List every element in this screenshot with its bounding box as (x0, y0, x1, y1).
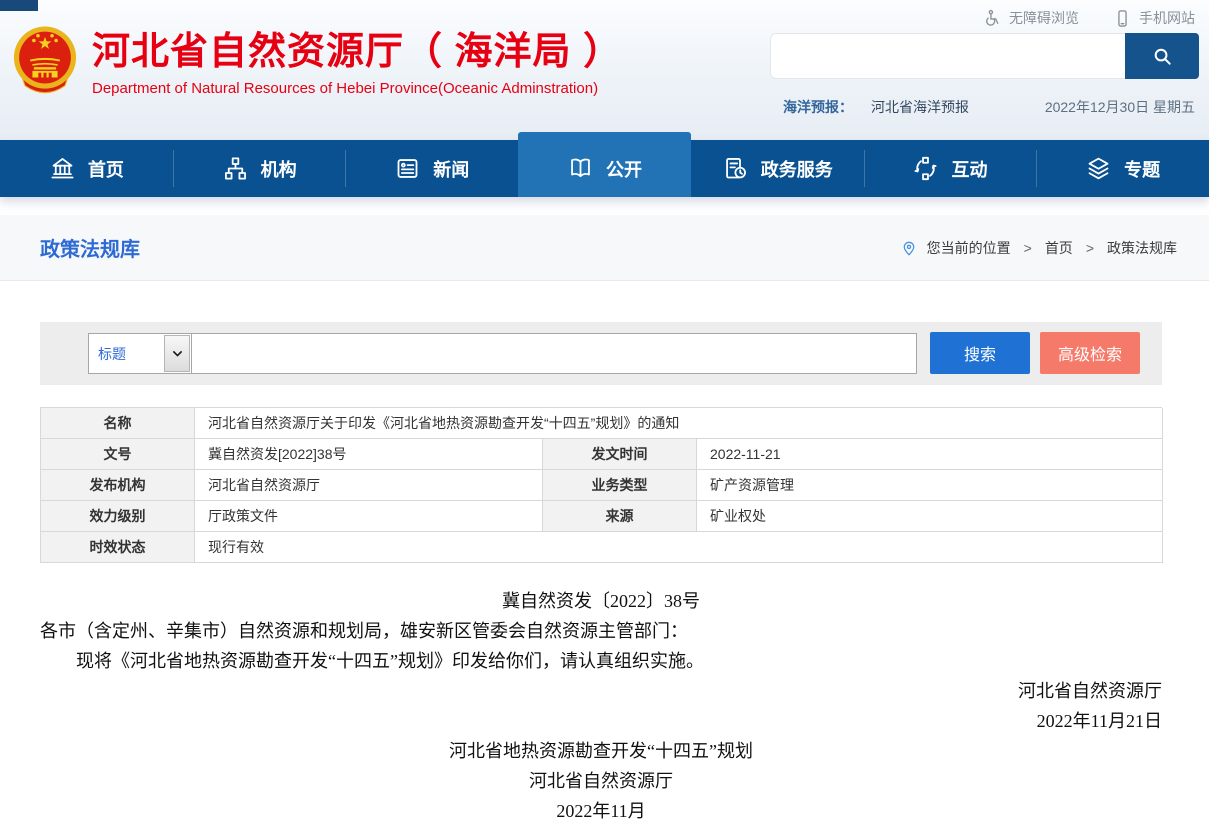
chevron-down-icon (164, 335, 190, 372)
table-label: 发布机构 (41, 470, 195, 501)
service-icon (722, 155, 749, 182)
brand-home-link[interactable]: 河北省自然资源厅（ 海洋局 ） Department of Natural Re… (8, 22, 622, 102)
table-value-title: 河北省自然资源厅关于印发《河北省地热资源勘查开发“十四五”规划》的通知 (195, 408, 1163, 439)
breadcrumb-bar: 政策法规库 您当前的位置 > 首页 > 政策法规库 (0, 215, 1209, 281)
table-label: 来源 (543, 501, 697, 532)
nav-label: 公开 (606, 156, 642, 182)
mobile-site-link[interactable]: 手机网站 (1113, 8, 1195, 28)
header-search-button[interactable] (1125, 33, 1199, 79)
search-icon (1151, 45, 1174, 68)
advanced-search-button[interactable]: 高级检索 (1040, 332, 1140, 374)
table-value: 矿业权处 (697, 501, 1163, 532)
nav-label: 机构 (261, 156, 297, 182)
forecast-label: 海洋预报： (783, 97, 853, 117)
accessibility-link[interactable]: 无障碍浏览 (983, 8, 1079, 28)
policy-search-strip: 标题 搜索 高级检索 (40, 322, 1162, 385)
accessibility-label: 无障碍浏览 (1009, 8, 1079, 28)
corner-strip (0, 0, 38, 11)
table-label: 文号 (41, 439, 195, 470)
site-subtitle: Department of Natural Resources of Hebei… (92, 80, 622, 97)
nav-item-home[interactable]: 首页 (0, 140, 173, 197)
table-label: 时效状态 (41, 532, 195, 563)
doc-plan-date-line: 2022年11月 (40, 796, 1162, 826)
forecast-link[interactable]: 河北省海洋预报 (871, 97, 969, 117)
table-value: 冀自然资发[2022]38号 (195, 439, 543, 470)
table-label: 名称 (41, 408, 195, 439)
nav-label: 首页 (88, 156, 124, 182)
wheelchair-icon (983, 9, 1002, 28)
main-nav: 首页 机构 新闻 公开 政务服务 (0, 140, 1209, 197)
doc-addressee-line: 各市（含定州、辛集市）自然资源和规划局，雄安新区管委会自然资源主管部门： (40, 616, 1162, 646)
doc-plan-author-line: 河北省自然资源厅 (40, 766, 1162, 796)
nav-label: 政务服务 (761, 156, 833, 182)
national-emblem-icon (8, 22, 82, 102)
document-meta-table: 名称 河北省自然资源厅关于印发《河北省地热资源勘查开发“十四五”规划》的通知 文… (40, 407, 1162, 563)
header-search (770, 33, 1199, 79)
header-search-input[interactable] (770, 33, 1125, 79)
breadcrumb-home-link[interactable]: 首页 (1045, 238, 1073, 258)
table-value: 2022-11-21 (697, 439, 1163, 470)
document-body: 冀自然资发〔2022〕38号 各市（含定州、辛集市）自然资源和规划局，雄安新区管… (40, 580, 1162, 826)
current-date: 2022年12月30日 星期五 (1045, 97, 1195, 117)
policy-search-input[interactable] (192, 334, 916, 373)
topics-icon (1085, 155, 1112, 182)
site-header: 河北省自然资源厅（ 海洋局 ） Department of Natural Re… (0, 0, 1209, 140)
header-quick-links: 无障碍浏览 手机网站 (983, 8, 1195, 28)
nav-label: 新闻 (433, 156, 469, 182)
ocean-forecast-bar: 海洋预报： 河北省海洋预报 2022年12月30日 星期五 (783, 97, 1195, 117)
location-pin-icon (900, 239, 918, 257)
nav-item-disclosure[interactable]: 公开 (518, 132, 691, 197)
doc-plan-title-line: 河北省地热资源勘查开发“十四五”规划 (40, 736, 1162, 766)
search-button[interactable]: 搜索 (930, 332, 1030, 374)
open-book-icon (567, 155, 594, 182)
table-label: 效力级别 (41, 501, 195, 532)
nav-item-topics[interactable]: 专题 (1036, 140, 1209, 197)
table-label: 业务类型 (543, 470, 697, 501)
table-value: 河北省自然资源厅 (195, 470, 543, 501)
breadcrumb-separator: > (1086, 240, 1094, 256)
doc-number-line: 冀自然资发〔2022〕38号 (40, 586, 1162, 616)
table-value: 厅政策文件 (195, 501, 543, 532)
field-select[interactable]: 标题 (89, 334, 192, 373)
mobile-site-label: 手机网站 (1139, 8, 1195, 28)
nav-item-services[interactable]: 政务服务 (691, 140, 864, 197)
doc-intro-line: 现将《河北省地热资源勘查开发“十四五”规划》印发给你们，请认真组织实施。 (40, 646, 1162, 676)
table-value: 矿产资源管理 (697, 470, 1163, 501)
location-label: 您当前的位置 (927, 238, 1011, 258)
table-label: 发文时间 (543, 439, 697, 470)
doc-signature-line: 河北省自然资源厅 (40, 676, 1162, 706)
breadcrumb: 您当前的位置 > 首页 > 政策法规库 (900, 238, 1177, 258)
field-select-value: 标题 (89, 344, 126, 364)
breadcrumb-current[interactable]: 政策法规库 (1107, 238, 1177, 258)
table-value: 现行有效 (195, 532, 1163, 563)
site-title: 河北省自然资源厅（ 海洋局 ） (92, 30, 622, 74)
page-title: 政策法规库 (40, 233, 140, 262)
news-icon (394, 155, 421, 182)
interact-icon (912, 155, 939, 182)
breadcrumb-separator: > (1024, 240, 1032, 256)
home-icon (49, 155, 76, 182)
search-combo: 标题 (88, 333, 917, 374)
nav-item-org[interactable]: 机构 (173, 140, 346, 197)
nav-item-interaction[interactable]: 互动 (864, 140, 1037, 197)
nav-label: 互动 (951, 156, 987, 182)
nav-label: 专题 (1124, 156, 1160, 182)
phone-icon (1113, 9, 1132, 28)
doc-sign-date-line: 2022年11月21日 (40, 706, 1162, 736)
org-icon (222, 155, 249, 182)
nav-item-news[interactable]: 新闻 (345, 140, 518, 197)
